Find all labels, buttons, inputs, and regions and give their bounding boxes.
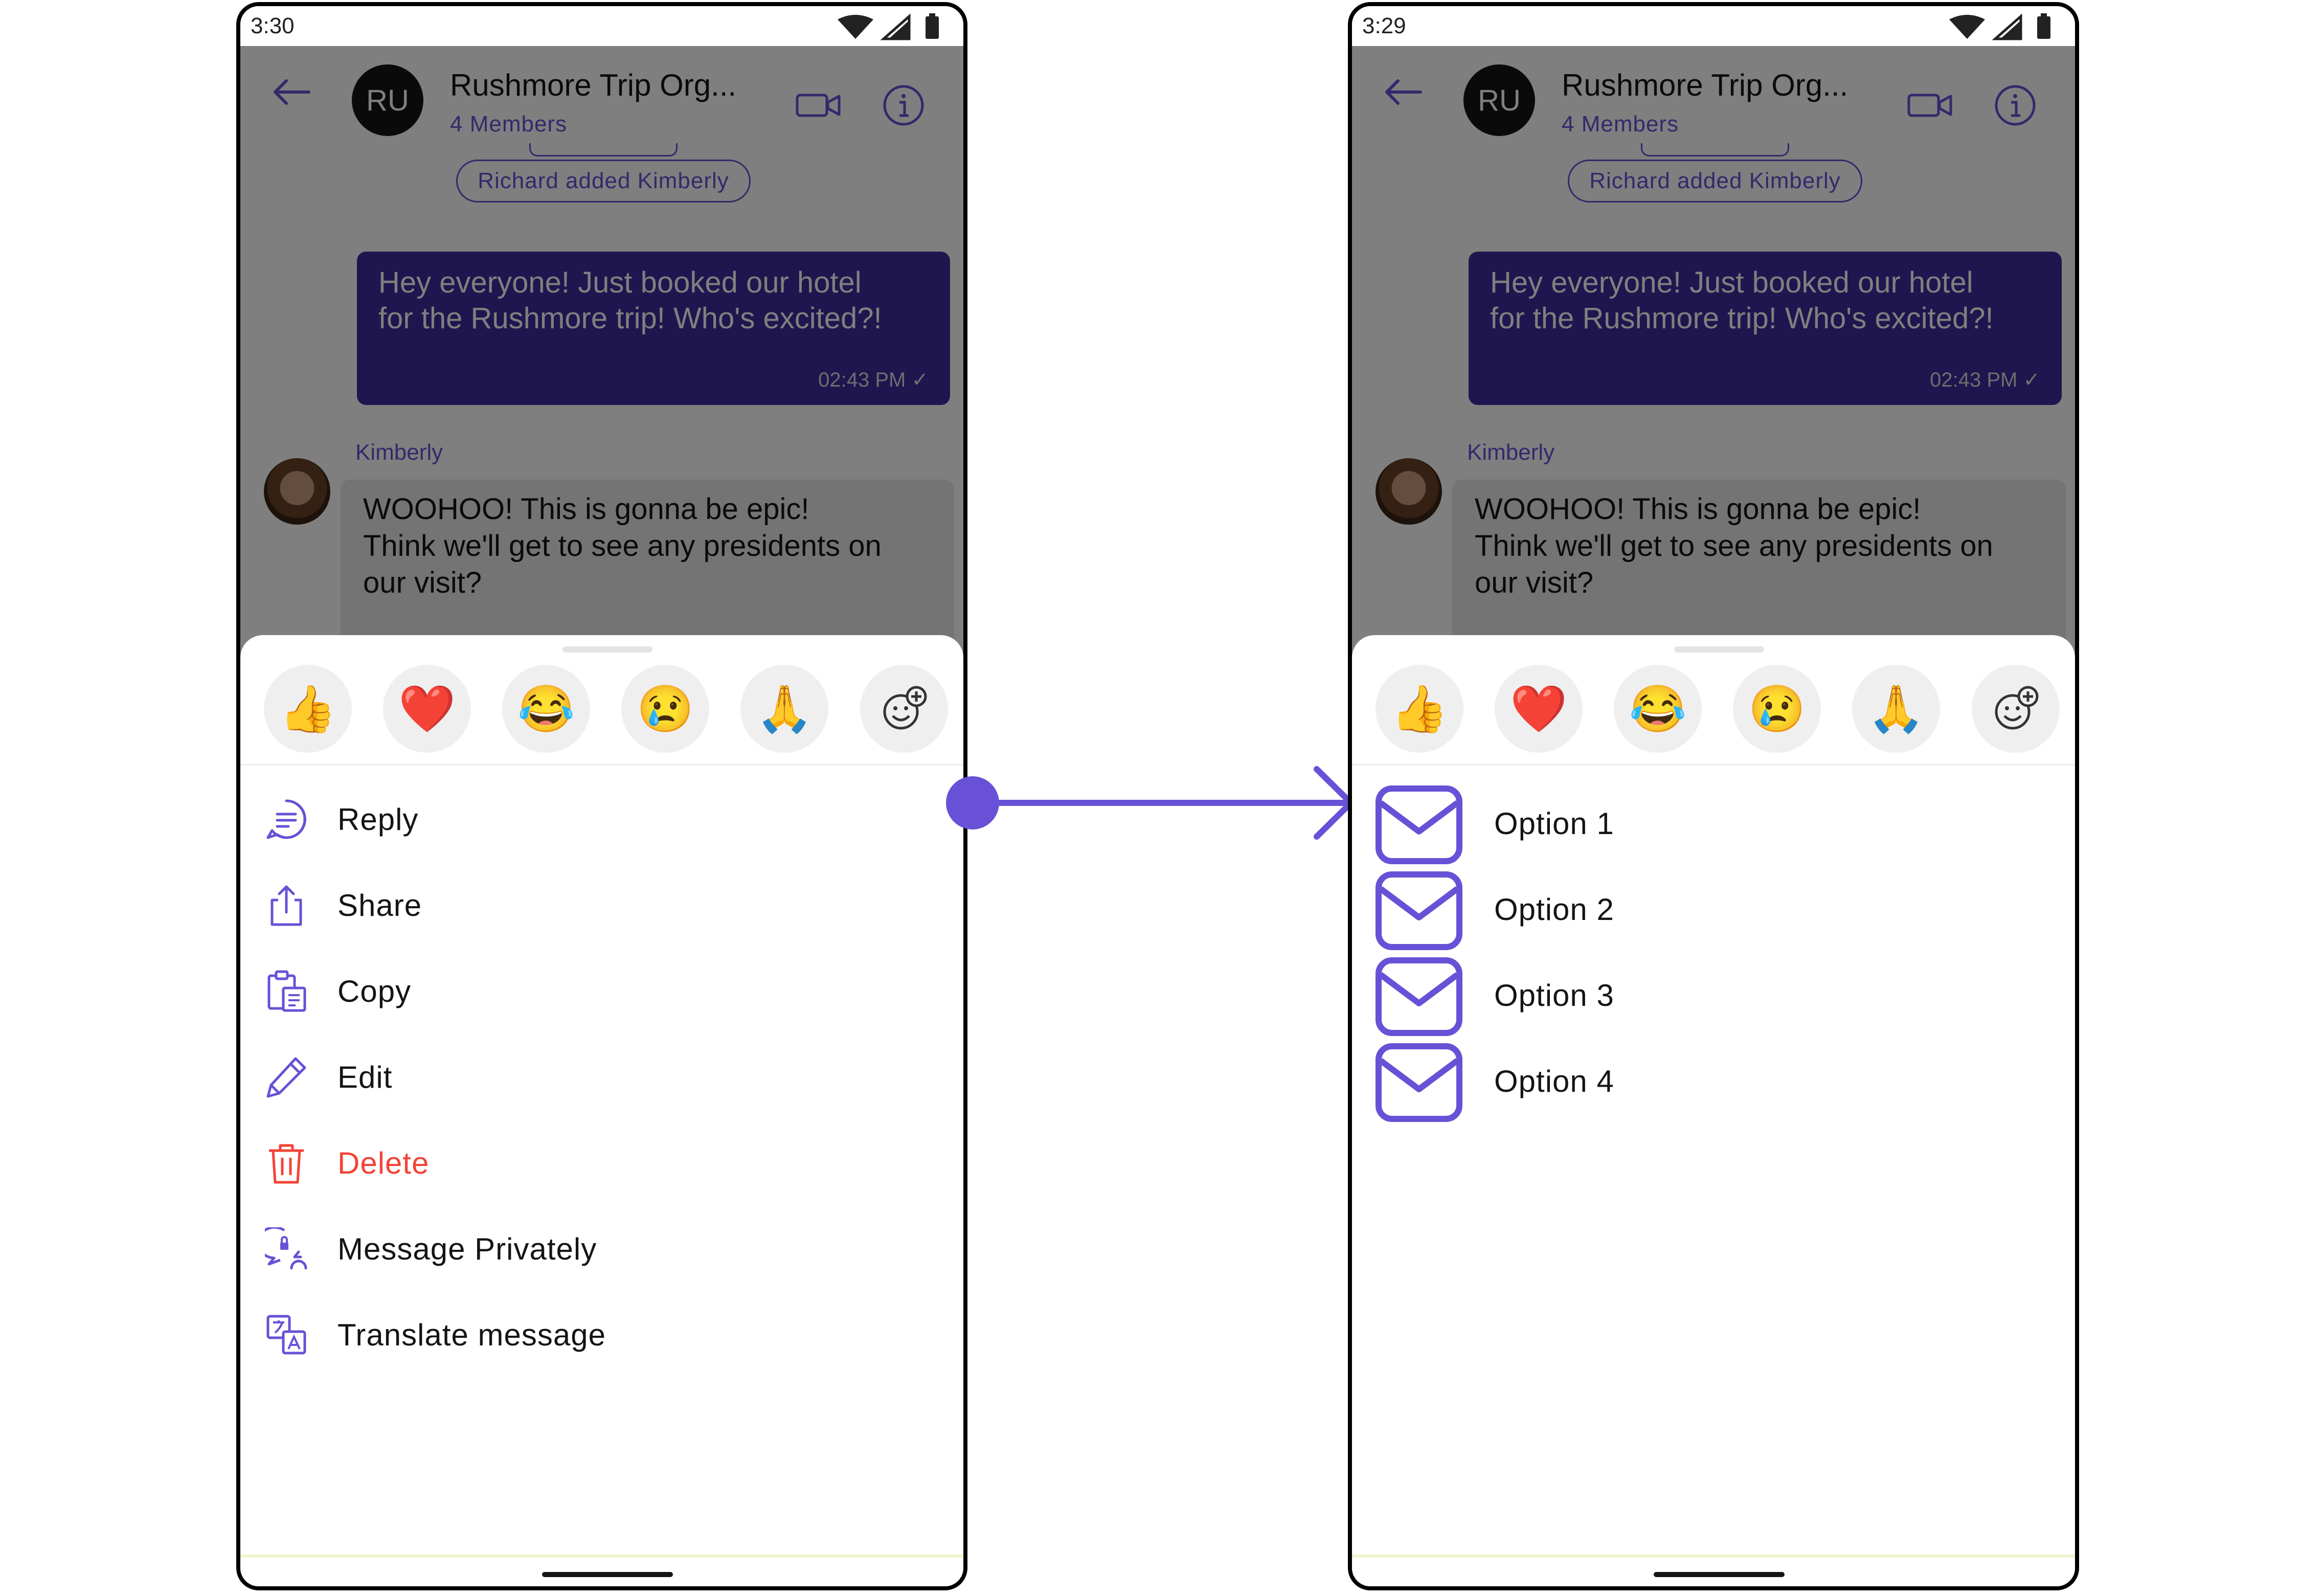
menu-item-label: Reply [337, 802, 419, 837]
reaction-heart[interactable]: ❤️ [383, 665, 471, 753]
sheet-drag-handle[interactable] [562, 646, 652, 653]
mail-icon [1376, 957, 1462, 1036]
system-status-icons [1949, 13, 2050, 40]
menu-item-edit[interactable]: Edit [240, 1037, 963, 1114]
message-privately-icon [265, 1227, 307, 1270]
option-label: Option 1 [1494, 806, 1614, 841]
chat-screen: RU Rushmore Trip Org... 4 Members Richar… [240, 46, 963, 1586]
message-options-sheet: 👍 ❤️ 😂 😢 🙏 [1352, 635, 2075, 1586]
home-indicator[interactable] [1654, 1572, 1785, 1577]
reaction-thumbs-up[interactable]: 👍 [1376, 665, 1463, 753]
option-item-1[interactable]: Option 1 [1352, 784, 2075, 870]
option-item-2[interactable]: Option 2 [1352, 870, 2075, 956]
copy-icon [267, 970, 306, 1012]
menu-item-label: Translate message [337, 1318, 606, 1352]
reaction-sad[interactable]: 😢 [621, 665, 709, 753]
reaction-heart[interactable]: ❤️ [1495, 665, 1583, 753]
home-indicator[interactable] [542, 1572, 673, 1577]
add-reaction-button[interactable] [1972, 665, 2060, 753]
edit-icon [266, 1057, 306, 1098]
sheet-divider [1352, 764, 2075, 766]
menu-item-copy[interactable]: Copy [240, 951, 963, 1028]
phone-left: 3:30 RU Rushmore Trip Org... 4 Members [236, 2, 967, 1590]
navigation-bar [240, 1555, 963, 1586]
status-bar: 3:29 [1352, 6, 2075, 46]
navigation-bar [1352, 1555, 2075, 1586]
quick-reactions: 👍 ❤️ 😂 😢 🙏 [1376, 665, 2061, 753]
menu-item-label: Copy [337, 974, 412, 1008]
transition-arrow-icon [946, 766, 1354, 840]
add-reaction-icon [1995, 686, 2039, 730]
menu-item-translate[interactable]: Translate message [240, 1295, 963, 1372]
menu-item-message-privately[interactable]: Message Privately [240, 1209, 963, 1286]
option-label: Option 3 [1494, 978, 1614, 1013]
menu-item-delete[interactable]: Delete [240, 1123, 963, 1200]
reaction-laugh[interactable]: 😂 [502, 665, 590, 753]
reaction-laugh[interactable]: 😂 [1614, 665, 1702, 753]
status-time: 3:30 [251, 13, 295, 38]
message-options-sheet: 👍 ❤️ 😂 😢 🙏 [240, 635, 963, 1586]
option-item-3[interactable]: Option 3 [1352, 956, 2075, 1042]
mail-icon [1376, 1043, 1462, 1122]
status-time: 3:29 [1362, 13, 1406, 38]
reply-icon [266, 799, 306, 839]
reaction-pray[interactable]: 🙏 [740, 665, 828, 753]
translate-icon [266, 1315, 306, 1355]
reaction-thumbs-up[interactable]: 👍 [264, 665, 352, 753]
menu-item-reply[interactable]: Reply [240, 779, 963, 856]
phone-right: 3:29 RU Rushmore Trip Org... 4 Members [1348, 2, 2079, 1590]
delete-icon [269, 1144, 304, 1184]
menu-item-label: Edit [337, 1060, 393, 1094]
add-reaction-icon [883, 686, 927, 730]
quick-reactions: 👍 ❤️ 😂 😢 🙏 [264, 665, 949, 753]
system-status-icons [838, 13, 939, 40]
sheet-drag-handle[interactable] [1674, 646, 1764, 653]
menu-item-label: Message Privately [337, 1232, 597, 1266]
mail-icon [1376, 871, 1462, 950]
option-label: Option 4 [1494, 1064, 1614, 1098]
reaction-sad[interactable]: 😢 [1733, 665, 1821, 753]
menu-item-label: Delete [337, 1146, 430, 1180]
share-icon [270, 885, 302, 926]
option-label: Option 2 [1494, 892, 1614, 927]
chat-screen: RU Rushmore Trip Org... 4 Members Richar… [1352, 46, 2075, 1586]
menu-item-label: Share [337, 888, 422, 923]
option-item-4[interactable]: Option 4 [1352, 1042, 2075, 1128]
reaction-pray[interactable]: 🙏 [1852, 665, 1940, 753]
status-bar: 3:30 [240, 6, 963, 46]
add-reaction-button[interactable] [860, 665, 948, 753]
menu-item-share[interactable]: Share [240, 865, 963, 942]
sheet-divider [240, 764, 963, 766]
mail-icon [1376, 785, 1462, 864]
